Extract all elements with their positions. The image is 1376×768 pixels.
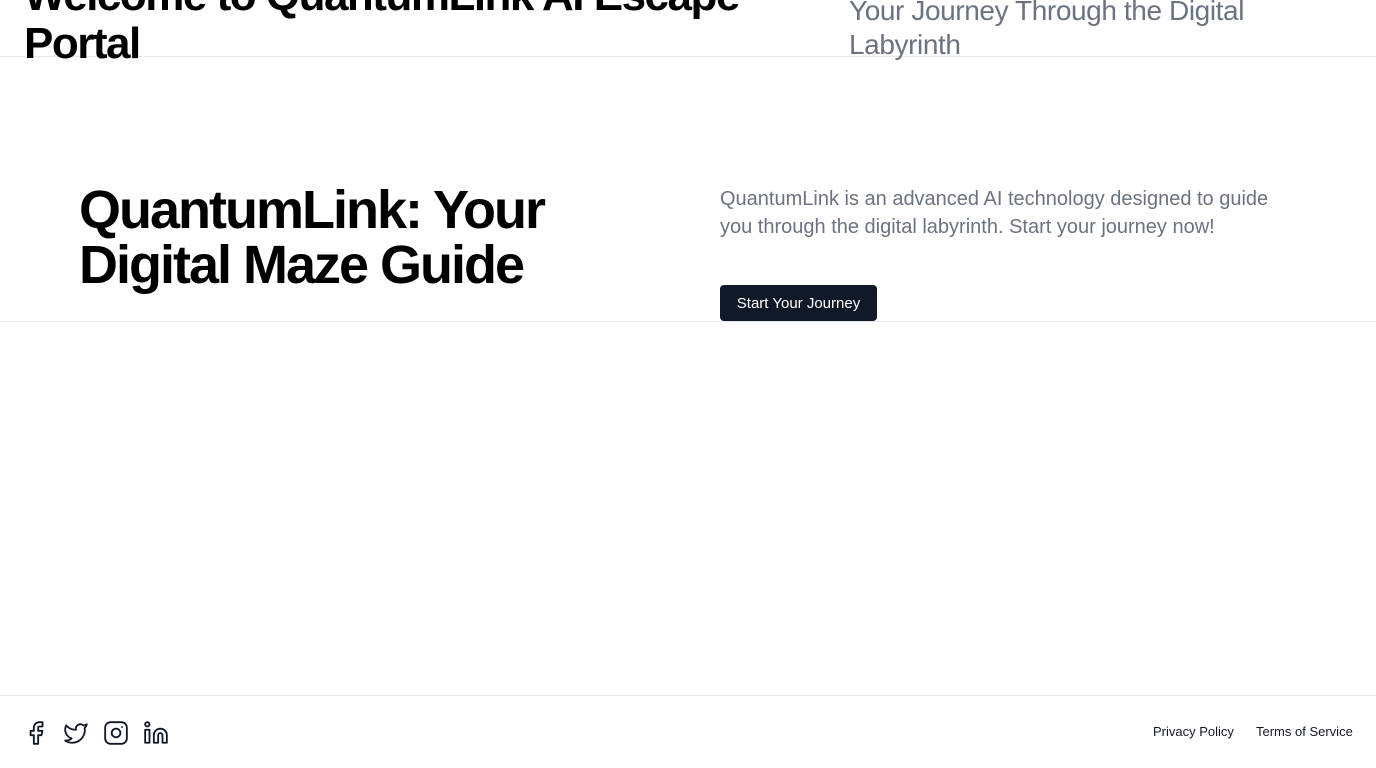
linkedin-icon [144, 721, 168, 744]
facebook-link[interactable] [23, 720, 49, 746]
terms-of-service-link[interactable]: Terms of Service [1256, 724, 1353, 740]
privacy-policy-link[interactable]: Privacy Policy [1153, 724, 1234, 740]
header-subtitle: Your Journey Through the Digital Labyrin… [849, 0, 1245, 60]
page: Welcome to QuantumLink AI Escape Portal … [0, 0, 1376, 768]
facebook-icon [29, 721, 44, 745]
instagram-link[interactable] [103, 720, 129, 746]
start-journey-button[interactable]: Start Your Journey [720, 285, 877, 321]
hero-title: QuantumLink: Your Digital Maze Guide [79, 180, 546, 295]
linkedin-link[interactable] [143, 720, 169, 746]
twitter-icon [64, 723, 88, 744]
header-title: Welcome to QuantumLink AI Escape Portal [24, 0, 740, 68]
instagram-icon [104, 721, 128, 745]
hero-section: QuantumLink: Your Digital Maze Guide Qua… [0, 57, 1376, 322]
site-header: Welcome to QuantumLink AI Escape Portal … [0, 0, 1376, 68]
twitter-link[interactable] [63, 720, 89, 746]
hero-description: QuantumLink is an advanced AI technology… [720, 188, 1269, 238]
site-footer: Privacy Policy Terms of Service [0, 695, 1376, 768]
